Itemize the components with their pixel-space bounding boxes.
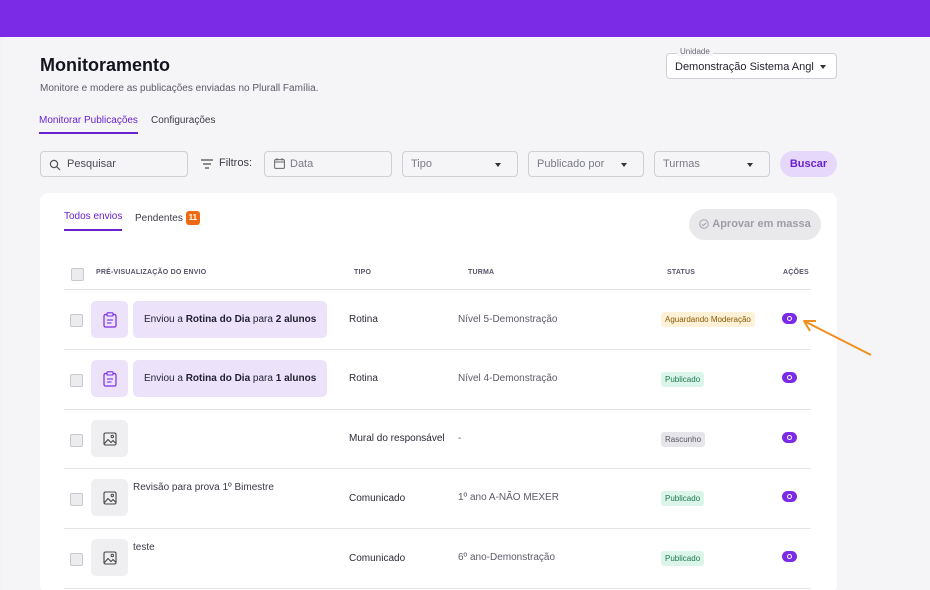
type-placeholder: Tipo [411,158,432,170]
filter-icon [201,159,213,169]
tab-monitorar-publicacoes[interactable]: Monitorar Publicações [39,115,138,134]
status-badge: Rascunho [661,432,706,447]
header-class: TURMA [468,269,495,276]
bulk-approve-label: Aprovar em massa [712,218,811,230]
image-icon [102,550,117,565]
thumbnail [91,479,128,516]
calendar-icon [274,158,285,169]
class-cell: 1º ano A-NÃO MEXER [458,492,559,503]
pending-count-badge: 11 [185,211,200,225]
date-filter[interactable]: Data [264,151,392,177]
row-checkbox[interactable] [70,493,83,506]
status-badge: Aguardando Moderação [661,312,755,327]
preview-text: para [250,373,276,384]
date-placeholder: Data [290,158,314,170]
class-cell: Nível 4-Demonstração [458,373,558,384]
bulk-approve-button[interactable]: Aprovar em massa [689,209,821,240]
image-icon [102,490,117,505]
thumbnail [91,420,128,457]
caret-down-icon [820,65,826,69]
preview-box: Enviou a Rotina do Dia para 2 alunos [133,301,328,338]
thumbnail [91,360,128,397]
preview-text: Revisão para prova 1º Bimestre [133,482,274,493]
view-eye-icon[interactable] [782,432,797,443]
type-cell: Rotina [349,314,378,325]
table-row: Enviou a Rotina do Dia para 1 alunos Rot… [40,350,837,409]
preview-routine: Rotina do Dia [185,373,251,384]
check-circle-icon [699,219,710,229]
image-icon [102,431,117,446]
thumbnail [91,539,128,576]
view-eye-icon[interactable] [782,313,797,324]
published-by-filter[interactable]: Publicado por [528,151,644,177]
select-all-checkbox[interactable] [71,268,84,281]
page-subtitle: Monitore e modere as publicações enviada… [40,83,319,94]
status-badge: Publicado [661,551,705,566]
top-bar [0,0,930,37]
clipboard-icon [102,311,117,328]
unit-select[interactable]: Unidade Demonstração Sistema Angl [666,47,837,79]
header-status: STATUS [667,269,696,276]
class-cell: Nível 5-Demonstração [458,314,558,325]
divider [64,588,811,589]
preview-box: Enviou a Rotina do Dia para 1 alunos [133,360,328,397]
search-input[interactable]: Pesquisar [40,151,188,177]
header-preview: PRÉ-VISUALIZAÇÃO DO ENVIO [96,269,207,276]
preview-students: 2 alunos [275,314,317,325]
preview-text: Enviou a [144,373,186,384]
type-cell: Comunicado [349,493,406,504]
table-row: Mural do responsável - Rascunho [40,410,837,469]
posts-card: Todos envios Pendentes 11 Aprovar em mass… [40,193,837,590]
tab-todos-envios[interactable]: Todos envios [64,211,123,231]
caret-down-icon [747,163,753,167]
class-cell: 6º ano-Demonstração [458,552,556,563]
type-cell: Mural do responsável [349,433,445,444]
status-badge: Publicado [661,372,705,387]
tab-pendentes[interactable]: Pendentes 11 [135,211,200,225]
search-button[interactable]: Buscar [780,151,837,177]
filters-label: Filtros: [219,157,252,169]
classes-filter[interactable]: Turmas [654,151,770,177]
search-icon [49,159,61,171]
view-eye-icon[interactable] [782,372,797,383]
status-badge: Publicado [661,491,705,506]
row-checkbox[interactable] [70,314,83,327]
row-checkbox[interactable] [70,553,83,566]
header-actions: AÇÕES [783,269,809,276]
published-by-placeholder: Publicado por [537,158,605,170]
caret-down-icon [621,163,627,167]
page-title: Monitoramento [40,55,170,75]
caret-down-icon [495,163,501,167]
clipboard-icon [102,370,117,387]
table-row: teste Comunicado 6º ano-Demonstração Pub… [40,529,837,588]
preview-text: para [250,314,276,325]
table-row: Revisão para prova 1º Bimestre Comunicad… [40,469,837,528]
table-row: Enviou a Rotina do Dia para 2 alunos Rot… [40,290,837,349]
class-cell: - [458,433,462,444]
tab-pendentes-label: Pendentes [135,213,183,224]
view-eye-icon[interactable] [782,551,797,562]
view-eye-icon[interactable] [782,491,797,502]
unit-select-value: Demonstração Sistema Angl [675,61,814,73]
type-cell: Comunicado [349,553,406,564]
search-placeholder: Pesquisar [67,158,116,170]
header-type: TIPO [354,269,372,276]
classes-placeholder: Turmas [663,158,700,170]
row-checkbox[interactable] [70,434,83,447]
type-filter[interactable]: Tipo [402,151,518,177]
type-cell: Rotina [349,373,378,384]
unit-select-label: Unidade [677,47,713,56]
preview-students: 1 alunos [275,373,317,384]
thumbnail [91,301,128,338]
page-content: Monitoramento Monitore e modere as publi… [3,37,930,590]
tab-configuracoes[interactable]: Configurações [151,115,215,126]
preview-text: Enviou a [144,314,186,325]
annotation-arrow-icon [803,320,872,356]
preview-text: teste [133,542,155,553]
row-checkbox[interactable] [70,374,83,387]
preview-routine: Rotina do Dia [185,314,251,325]
